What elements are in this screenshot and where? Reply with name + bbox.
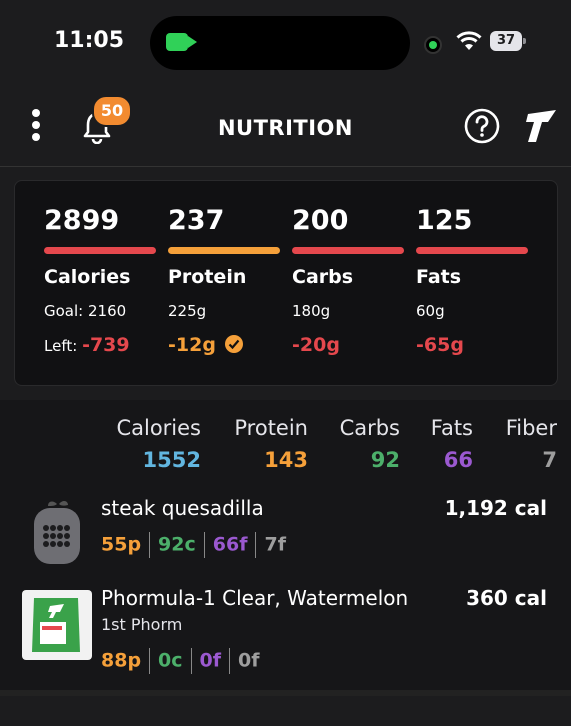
- battery-icon: 37: [490, 31, 526, 51]
- calories-consumed: 2899: [44, 205, 120, 236]
- facetime-camera-icon: [166, 33, 188, 51]
- food-name: steak quesadilla: [101, 496, 264, 520]
- food-protein: 88p: [101, 649, 142, 672]
- food-carbs: 92c: [158, 533, 196, 556]
- brand-logo-icon[interactable]: [522, 108, 558, 144]
- carbs-left: -20g: [292, 334, 404, 356]
- total-calories-label: Calories: [116, 416, 201, 440]
- total-fats-label: Fats: [430, 416, 473, 440]
- protein-left: -12g: [168, 334, 280, 356]
- total-calories: Calories 1552: [116, 416, 201, 472]
- total-carbs-value: 92: [370, 448, 400, 472]
- fats-consumed: 125: [416, 205, 473, 236]
- food-calories: 360 cal: [466, 586, 547, 610]
- protein-goal: 225g: [168, 302, 207, 320]
- calories-progress-bar: [44, 247, 156, 254]
- food-calories: 1,192 cal: [444, 496, 547, 520]
- total-fats: Fats 66: [431, 416, 473, 472]
- summary-carbs: 200 Carbs 180g -20g: [292, 205, 404, 356]
- summary-protein: 237 Protein 225g -12g: [168, 205, 280, 356]
- next-section-edge: [0, 690, 571, 726]
- macro-summary-card: 2899 Calories Goal: 2160 Left: -739 237 …: [14, 180, 558, 386]
- total-protein: Protein 143: [234, 416, 308, 472]
- calories-left: Left: -739: [44, 334, 156, 356]
- food-name: Phormula-1 Clear, Watermelon: [101, 586, 409, 610]
- food-protein: 55p: [101, 533, 142, 556]
- total-calories-value: 1552: [142, 448, 201, 472]
- total-fats-value: 66: [443, 448, 473, 472]
- carbs-label: Carbs: [292, 266, 354, 288]
- product-thumbnail: [22, 590, 92, 660]
- clock: 11:05: [54, 28, 125, 53]
- food-fat: 66f: [212, 533, 248, 556]
- food-fiber: 7f: [264, 533, 286, 556]
- app-header: 50 NUTRITION: [0, 86, 571, 167]
- calories-left-value: -739: [82, 334, 130, 356]
- total-fiber-value: 7: [542, 448, 557, 472]
- food-fiber: 0f: [238, 649, 260, 672]
- summary-calories: 2899 Calories Goal: 2160 Left: -739: [44, 205, 156, 356]
- left-label: Left:: [44, 337, 78, 355]
- carbs-goal: 180g: [292, 302, 331, 320]
- food-log-list: steak quesadilla 1,192 cal 55p 92c 66f 7f P…: [0, 490, 571, 690]
- food-entry[interactable]: steak quesadilla 1,192 cal 55p 92c 66f 7f: [0, 490, 571, 582]
- total-protein-label: Protein: [234, 416, 308, 440]
- food-fat: 0f: [199, 649, 222, 672]
- carbs-progress-bar: [292, 247, 404, 254]
- protein-label: Protein: [168, 266, 247, 288]
- carbs-consumed: 200: [292, 205, 349, 236]
- total-fiber: Fiber 7: [506, 416, 557, 472]
- calories-label: Calories: [44, 266, 131, 288]
- total-carbs-label: Carbs: [339, 416, 400, 440]
- food-entry[interactable]: Phormula-1 Clear, Watermelon 1st Phorm 3…: [0, 586, 571, 690]
- food-scale-icon: [34, 501, 80, 564]
- protein-consumed: 237: [168, 205, 225, 236]
- status-bar: 11:05 37: [0, 0, 571, 86]
- carbs-left-value: -20g: [292, 334, 340, 356]
- help-icon[interactable]: [464, 108, 500, 144]
- protein-left-value: -12g: [168, 334, 216, 356]
- fats-left: -65g: [416, 334, 528, 356]
- protein-progress-bar: [168, 247, 280, 254]
- total-protein-value: 143: [264, 448, 308, 472]
- total-carbs: Carbs 92: [340, 416, 400, 472]
- summary-fats: 125 Fats 60g -65g: [416, 205, 528, 356]
- fats-left-value: -65g: [416, 334, 464, 356]
- dynamic-island: [150, 16, 410, 70]
- food-macros: 55p 92c 66f 7f: [101, 532, 286, 558]
- total-fiber-label: Fiber: [505, 416, 557, 440]
- calories-goal: Goal: 2160: [44, 302, 127, 320]
- fats-label: Fats: [416, 266, 462, 288]
- fats-progress-bar: [416, 247, 528, 254]
- camera-indicator-icon: [424, 36, 442, 54]
- food-carbs: 0c: [158, 649, 183, 672]
- wifi-icon: [456, 31, 482, 50]
- fats-goal: 60g: [416, 302, 445, 320]
- daily-totals: Calories 1552 Protein 143 Carbs 92 Fats …: [0, 400, 571, 490]
- check-circle-icon: [224, 335, 243, 353]
- food-macros: 88p 0c 0f 0f: [101, 648, 260, 674]
- food-brand: 1st Phorm: [101, 615, 183, 634]
